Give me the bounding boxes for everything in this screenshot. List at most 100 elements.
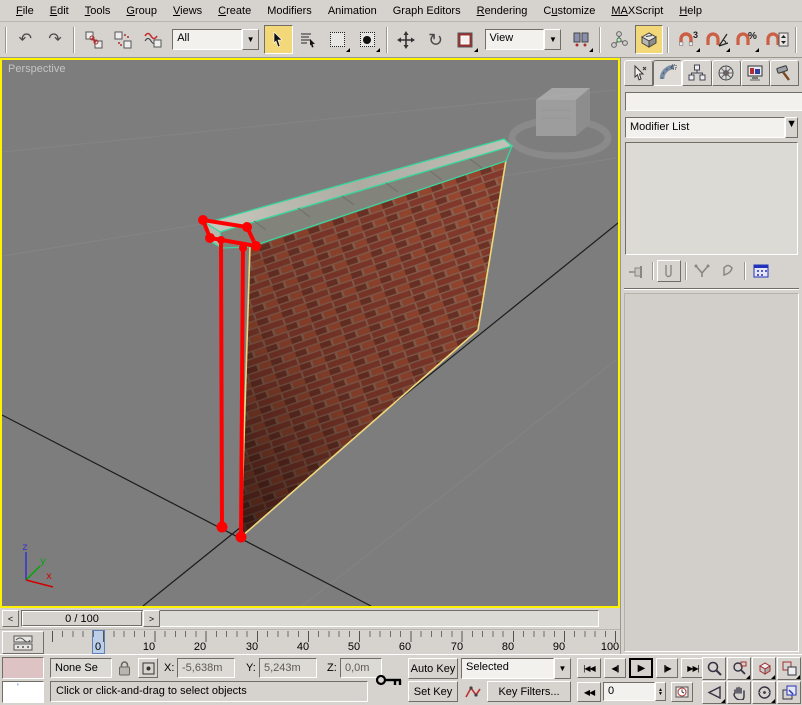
modifier-stack-list[interactable] (625, 142, 798, 255)
selection-filter-combo[interactable]: All ▼ (172, 29, 259, 50)
key-mode-value: Selected (461, 658, 554, 679)
absolute-mode-toggle[interactable] (138, 658, 158, 678)
percent-snap-toggle-button[interactable]: % (733, 25, 762, 54)
tick-label: 40 (297, 641, 309, 653)
track-bar-ruler[interactable]: 0 10 20 30 40 50 60 70 80 90 100 (46, 630, 620, 655)
play-button[interactable]: ▶ (629, 658, 653, 678)
menu-graph-editors[interactable]: Graph Editors (385, 2, 469, 20)
toolbar-separator (795, 27, 797, 53)
select-and-manipulate-button[interactable] (605, 25, 634, 54)
modifier-list-combo[interactable]: Modifier List ▼ (625, 117, 798, 138)
selection-region-button[interactable] (323, 25, 352, 54)
combo-arrow-icon[interactable]: ▼ (785, 117, 798, 138)
select-object-button[interactable] (264, 25, 293, 54)
tab-create[interactable] (624, 60, 653, 86)
menu-views[interactable]: Views (165, 2, 210, 20)
menu-rendering[interactable]: Rendering (469, 2, 536, 20)
key-mode-toggle-button[interactable]: ◀◀ (577, 682, 601, 702)
set-key-button[interactable]: Set Key (408, 681, 458, 702)
x-coord-field[interactable]: -5,638m (177, 658, 235, 678)
modifier-stack-toolbar (624, 258, 799, 284)
combo-arrow-icon[interactable]: ▼ (554, 658, 571, 679)
prompt-line: Click or click-and-drag to select object… (50, 681, 368, 702)
arc-rotate-button[interactable] (752, 681, 776, 704)
menu-group[interactable]: Group (118, 2, 165, 20)
zoom-extents-button[interactable] (752, 657, 776, 680)
magnet-percent-icon: % (735, 30, 759, 49)
tab-hierarchy[interactable] (682, 60, 711, 86)
auto-key-button[interactable]: Auto Key (408, 658, 458, 679)
previous-frame-arrow[interactable]: < (2, 610, 19, 627)
tick-label: 30 (246, 641, 258, 653)
redo-button[interactable]: ↷ (41, 25, 70, 54)
time-slider-thumb[interactable]: 0 / 100 (22, 611, 142, 626)
show-end-result-button[interactable] (657, 260, 681, 282)
spinner-snap-toggle-button[interactable] (762, 25, 791, 54)
menu-modifiers[interactable]: Modifiers (259, 2, 320, 20)
spinner-down-icon[interactable]: ▼ (658, 692, 663, 696)
menu-customize[interactable]: Customize (535, 2, 603, 20)
menu-help[interactable]: Help (671, 2, 710, 20)
menu-file[interactable]: File (8, 2, 42, 20)
select-and-rotate-button[interactable]: ↻ (421, 25, 450, 54)
menu-animation[interactable]: Animation (320, 2, 385, 20)
frame-spinner[interactable]: ▲▼ (655, 682, 666, 701)
select-and-move-button[interactable] (392, 25, 421, 54)
remove-modifier-button[interactable] (716, 260, 740, 282)
key-filters-button[interactable]: Key Filters... (487, 681, 571, 702)
set-keys-button[interactable] (374, 659, 404, 701)
ref-coord-system-combo[interactable]: View ▼ (485, 29, 562, 50)
menu-create[interactable]: Create (210, 2, 259, 20)
tab-utilities[interactable] (770, 60, 799, 86)
select-and-link-button[interactable] (79, 25, 108, 54)
make-unique-button[interactable] (690, 260, 714, 282)
zoom-button[interactable] (702, 657, 726, 680)
zoom-extents-all-button[interactable] (777, 657, 801, 680)
angle-snap-toggle-button[interactable] (703, 25, 732, 54)
selection-lock-toggle[interactable] (114, 658, 134, 678)
y-coord-field[interactable]: 5,243m (259, 658, 317, 678)
object-name-field[interactable] (625, 92, 802, 111)
previous-frame-button[interactable]: ◀|| (604, 658, 626, 678)
select-by-name-button[interactable] (294, 25, 323, 54)
go-to-start-button[interactable]: |◀◀ (577, 658, 601, 678)
configure-modifier-sets-button[interactable] (749, 260, 773, 282)
undo-button[interactable]: ↶ (11, 25, 40, 54)
field-of-view-button[interactable] (702, 681, 726, 704)
default-in-out-tangents-button[interactable] (461, 681, 484, 702)
object-name-row (625, 92, 798, 111)
move-icon (397, 31, 415, 49)
min-max-toggle-button[interactable] (777, 681, 801, 704)
time-slider-track[interactable]: 0 / 100 (21, 610, 599, 627)
maxscript-mini-listener[interactable]: ' (2, 681, 44, 703)
zoom-all-button[interactable] (727, 657, 751, 680)
menu-tools[interactable]: Tools (77, 2, 119, 20)
combo-arrow-icon[interactable]: ▼ (544, 29, 561, 50)
maxscript-mini-listener-macro[interactable] (2, 657, 44, 679)
next-frame-arrow[interactable]: > (143, 610, 160, 627)
watermark-cube (512, 88, 608, 156)
tab-motion[interactable] (712, 60, 741, 86)
world-axis-tripod: z y x (22, 543, 53, 587)
select-and-scale-button[interactable] (451, 25, 480, 54)
open-mini-curve-editor-button[interactable] (2, 631, 44, 654)
snaps-toggle-3d-button[interactable]: 3 (673, 25, 702, 54)
combo-arrow-icon[interactable]: ▼ (242, 29, 259, 50)
unlink-selection-button[interactable] (109, 25, 138, 54)
viewport-label[interactable]: Perspective (8, 63, 65, 75)
time-configuration-button[interactable] (671, 682, 693, 702)
pin-stack-button[interactable] (624, 260, 648, 282)
current-frame-field[interactable]: 0 (603, 682, 655, 701)
use-pivot-point-center-button[interactable] (566, 25, 595, 54)
tab-display[interactable] (741, 60, 770, 86)
menu-maxscript[interactable]: MAXScript (603, 2, 671, 20)
window-crossing-button[interactable] (353, 25, 382, 54)
pan-button[interactable] (727, 681, 751, 704)
menu-edit[interactable]: Edit (42, 2, 77, 20)
next-frame-button[interactable]: ||▶ (656, 658, 678, 678)
key-mode-combo[interactable]: Selected ▼ (461, 658, 571, 679)
keyboard-shortcut-override-toggle[interactable] (635, 25, 664, 54)
bind-to-space-warp-button[interactable] (139, 25, 168, 54)
tab-modify[interactable] (653, 60, 682, 86)
perspective-viewport[interactable]: Perspective (0, 58, 620, 608)
